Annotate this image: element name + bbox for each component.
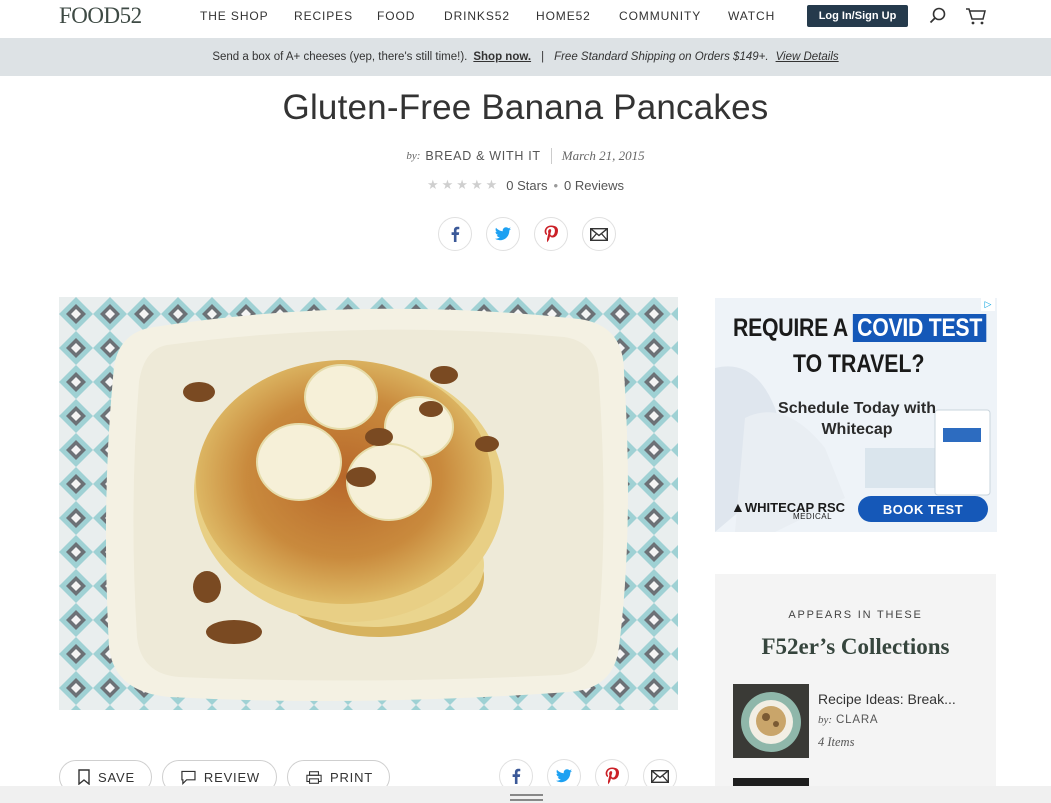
- facebook-icon: [451, 226, 460, 242]
- collection-thumbnail[interactable]: [733, 684, 809, 758]
- pinterest-share-button[interactable]: [534, 217, 568, 251]
- ad-headline-1: REQUIRE A COVID TEST: [733, 314, 987, 343]
- stars-count[interactable]: 0 Stars: [506, 178, 547, 193]
- whitecap-logo-icon: ▲: [731, 499, 745, 515]
- byline-divider: [550, 148, 552, 164]
- pinterest-icon: [605, 767, 619, 785]
- collections-kicker: APPEARS IN THESE: [788, 609, 923, 621]
- search-icon[interactable]: [928, 6, 948, 26]
- by-label: by:: [406, 150, 421, 162]
- nav-home52[interactable]: HOME52: [536, 9, 619, 23]
- star-rating[interactable]: ★★★★★: [427, 177, 500, 193]
- twitter-share-button[interactable]: [486, 217, 520, 251]
- collection-item-author: by: CLARA: [818, 714, 879, 726]
- review-label: REVIEW: [203, 769, 260, 785]
- email-share-button[interactable]: [582, 217, 616, 251]
- login-signup-button[interactable]: Log In/Sign Up: [807, 5, 908, 27]
- adchoices-icon[interactable]: ▷: [981, 298, 995, 311]
- publish-date: March 21, 2015: [561, 148, 645, 163]
- ad-brand-sub: MEDICAL: [793, 512, 833, 521]
- print-label: PRINT: [330, 769, 373, 785]
- collection-item-count: 4 Items: [818, 735, 855, 749]
- reviews-count[interactable]: 0 Reviews: [564, 178, 624, 193]
- nav-drinks52[interactable]: DRINKS52: [444, 9, 536, 23]
- twitter-icon: [495, 227, 511, 241]
- promo-banner: Send a box of A+ cheeses (yep, there's s…: [0, 38, 1051, 76]
- view-details-link[interactable]: View Details: [776, 51, 839, 63]
- nav-food[interactable]: FOOD: [377, 9, 444, 23]
- email-icon: [590, 227, 608, 241]
- recipe-title: Gluten-Free Banana Pancakes: [282, 88, 769, 127]
- book-test-button[interactable]: BOOK TEST: [858, 496, 988, 522]
- pinterest-icon: [544, 225, 558, 243]
- recipe-photo: [59, 297, 678, 710]
- nav-watch[interactable]: WATCH: [728, 9, 775, 23]
- printer-icon: [306, 770, 322, 784]
- advertisement[interactable]: ▷ REQUIRE A COVID TEST TO TRAVEL? Schedu…: [715, 298, 997, 532]
- collections-title: F52er’s Collections: [761, 634, 950, 659]
- nav-community[interactable]: COMMUNITY: [619, 9, 728, 23]
- shipping-text: Free Standard Shipping on Orders $149+.: [554, 51, 769, 63]
- collections-panel: APPEARS IN THESE F52er’s Collections Rec…: [715, 574, 996, 803]
- site-header: FOOD52 THE SHOP RECIPES FOOD DRINKS52 HO…: [0, 0, 1051, 38]
- food52-logo[interactable]: FOOD52: [59, 3, 142, 29]
- facebook-share-button[interactable]: [438, 217, 472, 251]
- shop-now-link[interactable]: Shop now.: [473, 51, 531, 63]
- ad-headline-2: TO TRAVEL?: [793, 350, 925, 378]
- nav-the-shop[interactable]: THE SHOP: [200, 9, 294, 23]
- promo-separator: |: [541, 51, 545, 63]
- collection-item-title[interactable]: Recipe Ideas: Break...: [818, 691, 956, 707]
- author-link[interactable]: BREAD & WITH IT: [425, 149, 540, 163]
- bookmark-icon: [78, 769, 90, 785]
- recipe-rating: ★★★★★ 0 Stars • 0 Reviews: [0, 177, 1051, 193]
- comment-icon: [181, 770, 196, 785]
- rating-dot: •: [553, 177, 559, 193]
- save-label: SAVE: [98, 769, 135, 785]
- ad-subtext: Schedule Today with Whitecap: [778, 400, 936, 438]
- bottom-drawer-bar[interactable]: [0, 786, 1051, 803]
- cart-icon[interactable]: [965, 6, 986, 26]
- promo-text: Send a box of A+ cheeses (yep, there's s…: [212, 51, 468, 63]
- recipe-byline: by: BREAD & WITH IT March 21, 2015: [0, 148, 1051, 164]
- drawer-handle-line: [510, 794, 543, 796]
- twitter-icon: [556, 769, 572, 783]
- main-nav: THE SHOP RECIPES FOOD DRINKS52 HOME52 CO…: [200, 9, 775, 23]
- email-icon: [651, 769, 669, 783]
- nav-recipes[interactable]: RECIPES: [294, 9, 377, 23]
- facebook-icon: [512, 768, 521, 784]
- drawer-handle-line: [510, 799, 543, 801]
